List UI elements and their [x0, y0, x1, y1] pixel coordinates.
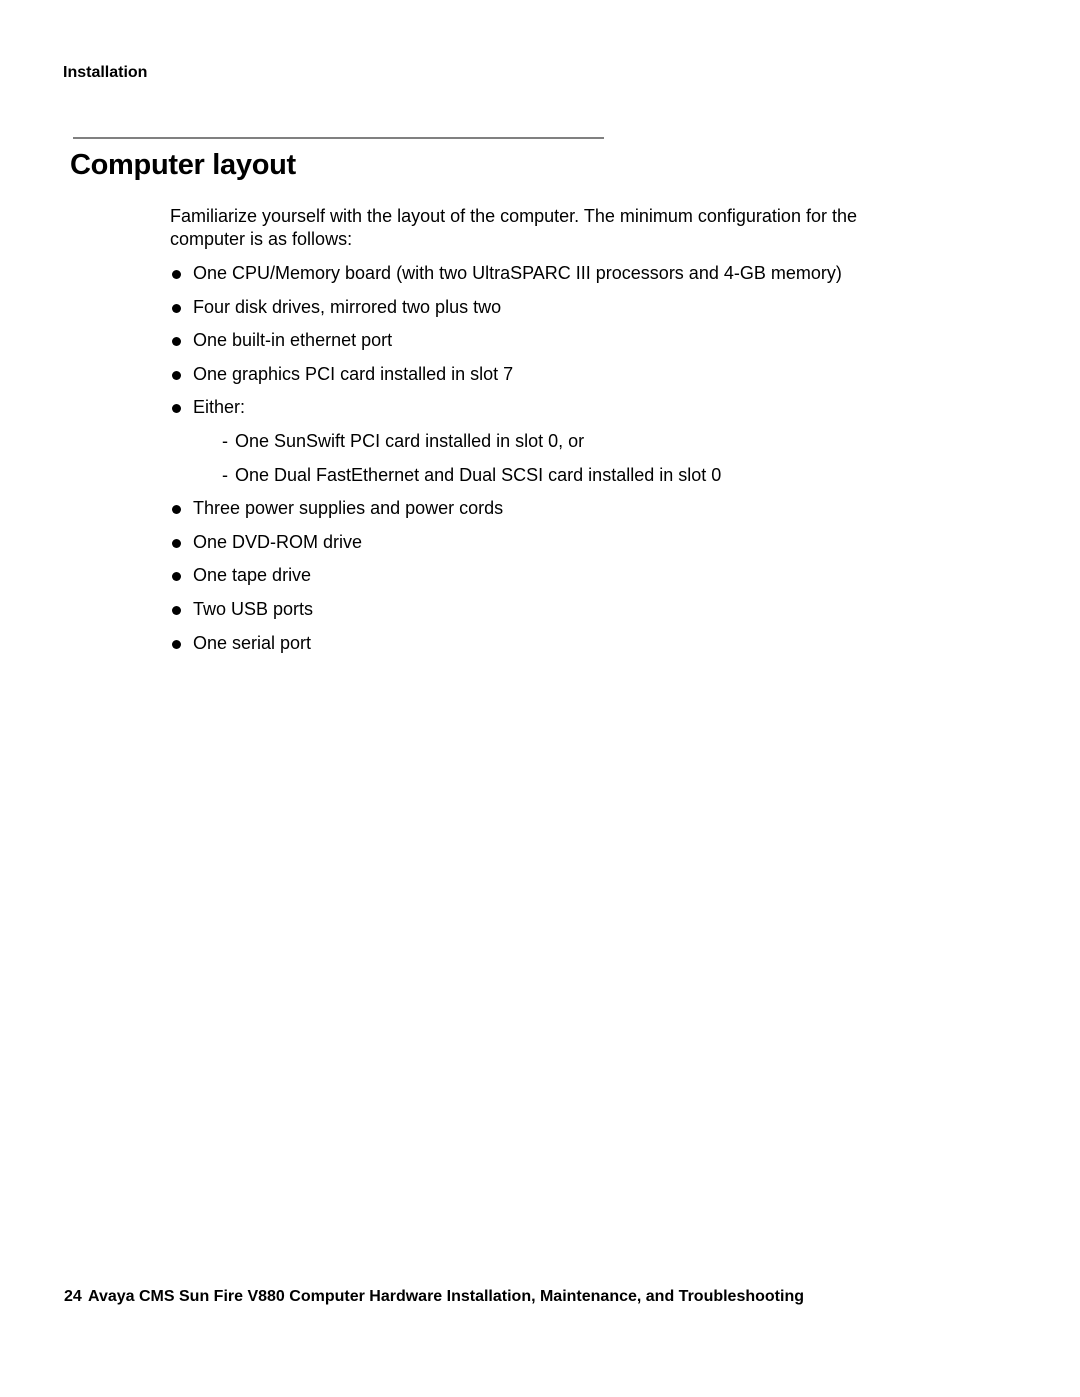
- list-item-text: Two USB ports: [193, 598, 314, 619]
- list-item: One serial port: [170, 632, 930, 666]
- bullet-icon: [172, 303, 181, 313]
- list-item: Three power supplies and power cords: [170, 497, 930, 531]
- configuration-list: One CPU/Memory board (with two UltraSPAR…: [170, 262, 930, 665]
- bullet-icon: [172, 404, 181, 414]
- list-item: One DVD-ROM drive: [170, 531, 930, 565]
- book-title: Avaya CMS Sun Fire V880 Computer Hardwar…: [88, 1288, 804, 1305]
- intro-paragraph: Familiarize yourself with the layout of …: [170, 206, 857, 249]
- sub-list-item: - One SunSwift PCI card installed in slot…: [170, 430, 930, 464]
- list-item-text: One built-in ethernet port: [193, 330, 393, 351]
- bullet-icon: [172, 370, 181, 380]
- sub-list-item-text: One SunSwift PCI card installed in slot …: [235, 430, 585, 451]
- list-item: Two USB ports: [170, 598, 930, 632]
- list-item-text: Three power supplies and power cords: [193, 498, 504, 519]
- list-item-text: One serial port: [193, 632, 312, 653]
- list-item: One tape drive: [170, 564, 930, 598]
- list-item: One graphics PCI card installed in slot …: [170, 363, 930, 397]
- page-title: Computer layout: [70, 149, 296, 181]
- page-body: Familiarize yourself with the layout of …: [170, 205, 930, 665]
- list-item-text: Either:: [193, 397, 246, 418]
- list-item-text: One CPU/Memory board (with two UltraSPAR…: [193, 263, 842, 283]
- list-item-text: Four disk drives, mirrored two plus two: [193, 296, 502, 317]
- bullet-icon: [172, 270, 181, 279]
- title-rule: [73, 137, 604, 139]
- bullet-icon: [172, 337, 181, 347]
- bullet-icon: [172, 605, 181, 615]
- list-item: Either:: [170, 396, 930, 430]
- dash-marker: -: [222, 430, 228, 451]
- dash-marker: -: [222, 464, 228, 485]
- list-item-text: One graphics PCI card installed in slot …: [193, 363, 514, 384]
- list-item: One built-in ethernet port: [170, 329, 930, 363]
- running-header: Installation: [63, 64, 148, 81]
- sub-list-item-text: One Dual FastEthernet and Dual SCSI card…: [235, 464, 722, 485]
- list-item-text: One tape drive: [193, 565, 312, 586]
- page-number: 24: [64, 1288, 82, 1305]
- list-item-text: One DVD-ROM drive: [193, 531, 363, 552]
- bullet-icon: [172, 538, 181, 548]
- bullet-icon: [172, 572, 181, 582]
- bullet-icon: [172, 639, 181, 649]
- list-item: Four disk drives, mirrored two plus two: [170, 296, 930, 330]
- sub-list-item: - One Dual FastEthernet and Dual SCSI car…: [170, 464, 930, 498]
- list-item: One CPU/Memory board (with two UltraSPAR…: [170, 262, 930, 296]
- page-footer: 24 Avaya CMS Sun Fire V880 Computer Hardw…: [64, 1287, 804, 1307]
- bullet-icon: [172, 505, 181, 515]
